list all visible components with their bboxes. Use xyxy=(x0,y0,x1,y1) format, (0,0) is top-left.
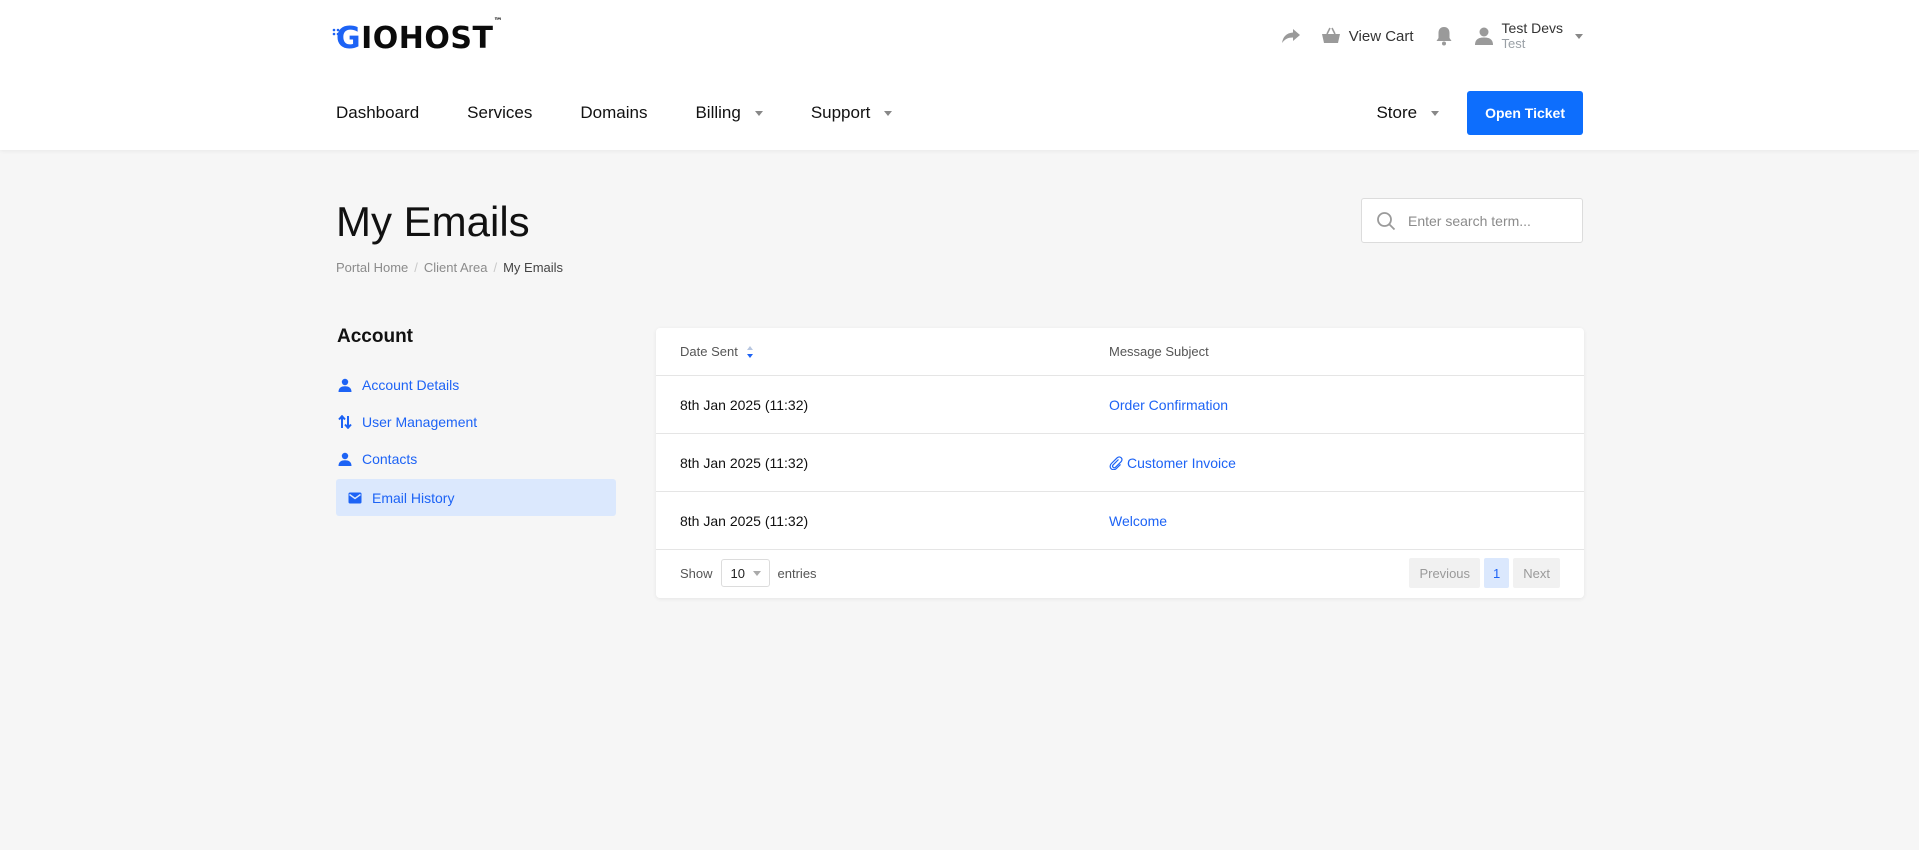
sidebar: Account Account Details User Management … xyxy=(336,326,616,516)
table-header: Date Sent Message Subject xyxy=(656,328,1584,376)
breadcrumb: Portal Home / Client Area / My Emails xyxy=(336,260,563,275)
cell-date: 8th Jan 2025 (11:32) xyxy=(680,512,809,529)
header-tools: View Cart Test Devs Test xyxy=(1279,18,1583,54)
search-input[interactable] xyxy=(1408,212,1568,229)
nav-dashboard-label: Dashboard xyxy=(336,103,420,122)
logo-tm: ™ xyxy=(493,16,503,27)
basket-icon xyxy=(1321,27,1340,43)
pagination-page-current[interactable]: 1 xyxy=(1484,558,1510,588)
main-nav: Dashboard Services Domains Billing Suppo… xyxy=(336,90,893,136)
chevron-down-icon xyxy=(752,570,761,576)
nav-domains-label: Domains xyxy=(580,103,648,122)
column-header-date[interactable]: Date Sent xyxy=(656,344,1109,359)
sidebar-item-label: Contacts xyxy=(362,450,418,467)
user-avatar-icon xyxy=(1474,27,1493,45)
cell-subject[interactable]: Welcome xyxy=(1109,513,1584,529)
logo-text-rest: IOHOST xyxy=(361,20,494,56)
nav-domains[interactable]: Domains xyxy=(580,103,647,123)
page-title: My Emails xyxy=(336,198,530,245)
table-row[interactable]: 8th Jan 2025 (11:32) Order Confirmation xyxy=(656,376,1584,434)
nav-services-label: Services xyxy=(467,103,533,122)
page-length-select[interactable]: 10 xyxy=(720,559,770,587)
pagination-previous[interactable]: Previous xyxy=(1409,558,1481,588)
column-header-date-label: Date Sent xyxy=(680,344,738,359)
entries-label: entries xyxy=(777,565,817,581)
nav-right: Store Open Ticket xyxy=(1376,90,1583,136)
emails-table-card: Date Sent Message Subject 8th Jan 2025 (… xyxy=(656,328,1584,598)
cell-subject[interactable]: Order Confirmation xyxy=(1109,397,1584,413)
share-icon[interactable] xyxy=(1279,24,1303,48)
cell-date: 8th Jan 2025 (11:32) xyxy=(680,454,809,471)
nav-billing-label: Billing xyxy=(695,103,741,122)
sidebar-item-label: User Management xyxy=(362,413,478,430)
chevron-down-icon xyxy=(1575,33,1583,39)
sidebar-item-label: Email History xyxy=(372,489,455,506)
logo[interactable]: GIOHOST™ xyxy=(332,16,503,56)
logo-dots-icon xyxy=(332,28,344,36)
breadcrumb-separator: / xyxy=(414,260,418,275)
user-company: Test xyxy=(1501,36,1526,51)
site-header: GIOHOST™ View Cart Test Devs Test Dashbo… xyxy=(0,0,1919,150)
breadcrumb-current: My Emails xyxy=(503,260,564,275)
user-icon xyxy=(338,378,352,392)
breadcrumb-separator: / xyxy=(493,260,498,275)
view-cart-link[interactable]: View Cart xyxy=(1321,27,1414,45)
page-length-value: 10 xyxy=(730,565,745,581)
breadcrumb-portal-home[interactable]: Portal Home xyxy=(336,260,408,275)
nav-store[interactable]: Store xyxy=(1376,103,1440,123)
chevron-down-icon xyxy=(884,110,893,116)
nav-support-label: Support xyxy=(810,103,871,122)
chevron-down-icon xyxy=(1431,110,1440,116)
sidebar-item-label: Account Details xyxy=(362,376,460,393)
search-icon xyxy=(1377,211,1396,230)
view-cart-label: View Cart xyxy=(1348,27,1414,45)
table-row[interactable]: 8th Jan 2025 (11:32) Welcome xyxy=(656,492,1584,550)
logo-text: GIOHOST™ xyxy=(336,16,503,56)
sidebar-item-contacts[interactable]: Contacts xyxy=(336,440,616,477)
pagination-next[interactable]: Next xyxy=(1513,558,1560,588)
table-footer: Show 10 entries Previous 1 Next xyxy=(656,550,1584,596)
breadcrumb-client-area[interactable]: Client Area xyxy=(424,260,488,275)
sort-icon xyxy=(746,345,753,358)
user-names: Test Devs Test xyxy=(1502,20,1563,52)
chevron-down-icon xyxy=(754,110,763,116)
user-name: Test Devs xyxy=(1501,20,1563,36)
table-row[interactable]: 8th Jan 2025 (11:32) Customer Invoice xyxy=(656,434,1584,492)
nav-billing[interactable]: Billing xyxy=(695,103,763,123)
arrows-icon xyxy=(338,414,352,429)
search-box xyxy=(1361,198,1583,243)
nav-dashboard[interactable]: Dashboard xyxy=(336,103,419,123)
cell-subject[interactable]: Customer Invoice xyxy=(1109,455,1584,471)
subject-link[interactable]: Welcome xyxy=(1109,513,1167,529)
pagination: Previous 1 Next xyxy=(1409,558,1560,588)
subject-link[interactable]: Customer Invoice xyxy=(1127,455,1236,471)
nav-support[interactable]: Support xyxy=(811,103,893,123)
nav-store-label: Store xyxy=(1376,103,1418,122)
user-menu[interactable]: Test Devs Test xyxy=(1474,20,1583,52)
column-header-subject[interactable]: Message Subject xyxy=(1109,344,1584,359)
page-length-control: Show 10 entries xyxy=(680,559,817,587)
paperclip-icon xyxy=(1109,455,1123,470)
subject-link[interactable]: Order Confirmation xyxy=(1109,397,1228,413)
open-ticket-button[interactable]: Open Ticket xyxy=(1467,91,1583,135)
show-label: Show xyxy=(680,565,713,581)
sidebar-item-user-management[interactable]: User Management xyxy=(336,403,616,440)
nav-services[interactable]: Services xyxy=(467,103,532,123)
sidebar-title: Account xyxy=(337,326,413,347)
cell-date: 8th Jan 2025 (11:32) xyxy=(680,396,809,413)
sidebar-item-account-details[interactable]: Account Details xyxy=(336,366,616,403)
user-icon xyxy=(338,452,352,466)
sidebar-item-email-history[interactable]: Email History xyxy=(336,479,616,516)
bell-icon[interactable] xyxy=(1432,24,1456,48)
envelope-icon xyxy=(348,492,362,503)
